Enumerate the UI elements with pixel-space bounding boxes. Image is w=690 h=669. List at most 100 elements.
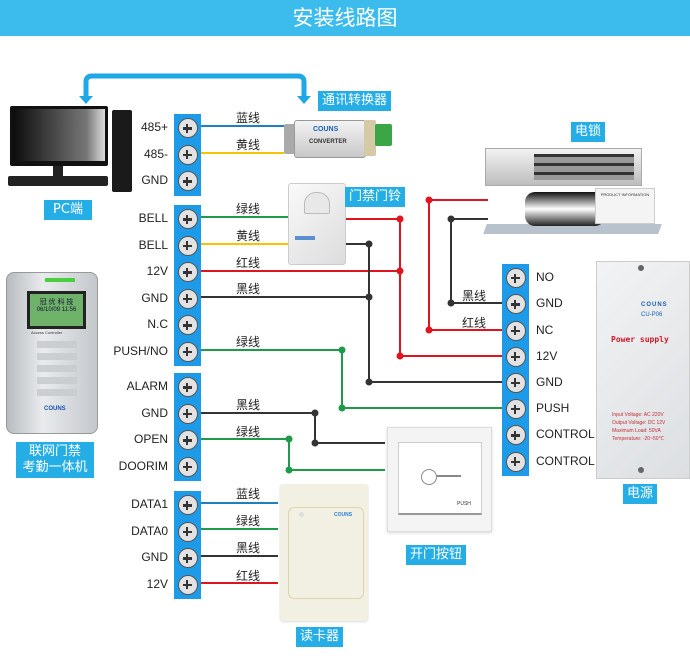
junction-dot [447, 299, 455, 307]
junction-dot [425, 326, 433, 334]
terminal-screw-icon [177, 495, 198, 516]
bolt-info-box: PRODUCT INFORMATION [595, 188, 655, 224]
terminal-label: 12V [146, 576, 168, 591]
terminal-label: DATA1 [131, 497, 168, 512]
junction-dot [396, 267, 404, 275]
terminal-label: 12V [146, 264, 168, 279]
wire-color-label: 红线 [236, 569, 261, 583]
wire-color-label: 黑线 [462, 289, 487, 303]
power-supply-image: COUNS CU-P06 Power supply Input Voltage:… [596, 261, 690, 479]
pc-label: PC端 [44, 200, 92, 220]
terminal-label: NC [536, 322, 554, 337]
bolt-info-text: PRODUCT INFORMATION [600, 192, 650, 197]
terminal-screw-icon [177, 521, 198, 542]
terminal-label: GND [141, 173, 168, 188]
junction-dot [425, 196, 433, 204]
terminal-label: GND [141, 405, 168, 420]
terminal-screw-icon [177, 288, 198, 309]
controller-subtitle: Access Controller [31, 330, 63, 335]
terminal-screw-icon [505, 372, 526, 393]
terminal-screw-icon [177, 548, 198, 569]
wire-color-label: 绿线 [236, 514, 261, 528]
converter-image: COUNS CONVERTER [284, 116, 394, 161]
controller-brand: COUNS [44, 406, 66, 412]
junction-dot [447, 215, 455, 223]
wire-color-label: 黄线 [236, 229, 261, 243]
terminal-screw-icon [177, 574, 198, 595]
screen-line2: 06/10/09 11:56 [36, 307, 77, 313]
wire-color-label: 黑线 [236, 541, 261, 555]
card-reader-image: COUNS [280, 484, 368, 621]
terminal-label: NO [536, 270, 554, 285]
junction-dot [285, 466, 293, 474]
lock-label: 电锁 [571, 122, 606, 142]
junction-dot [365, 240, 373, 248]
junction-dot [396, 215, 404, 223]
junction-dot [311, 439, 319, 447]
bolt-lock-image: PRODUCT INFORMATION [483, 188, 662, 238]
terminal-label: GND [536, 374, 563, 389]
terminal-label: DOORIM [118, 458, 168, 473]
reader-label: 读卡器 [296, 627, 344, 647]
terminal-label: 485- [143, 146, 168, 161]
terminal-label: GND [141, 290, 168, 305]
screen-line1: 冠 优 科 技 [39, 299, 74, 306]
arrow-head-right [297, 96, 311, 104]
key-icon [421, 469, 437, 485]
terminal-screw-icon [177, 235, 198, 256]
controller-label: 联网门禁 考勤一体机 [16, 442, 94, 478]
access-controller-image: 冠 优 科 技 06/10/09 11:56 Access Controller… [6, 272, 98, 434]
terminal-screw-icon [505, 320, 526, 341]
doorbell-label: 门禁门铃 [345, 187, 406, 207]
monitor-stand [53, 166, 63, 176]
controller-screen: 冠 优 科 技 06/10/09 11:56 [27, 291, 86, 329]
wire-color-label: 绿线 [236, 425, 261, 439]
terminal-screw-icon [505, 268, 526, 289]
junction-dot [365, 293, 373, 301]
wire-color-label: 绿线 [236, 202, 261, 216]
arrow-head-left [79, 96, 93, 104]
terminal-screw-icon [177, 456, 198, 477]
terminal-screw-icon [177, 315, 198, 336]
wire-bell-black-out [343, 243, 505, 383]
terminal-screw-icon [177, 430, 198, 451]
converter-terminal-block [375, 124, 392, 146]
terminal-screw-icon [505, 425, 526, 446]
terminal-label: BELL [138, 237, 168, 252]
wire-color-label: 黄线 [236, 138, 261, 152]
exit-button-image: PUSH [387, 427, 492, 532]
power-title: Power supply [611, 335, 669, 344]
terminal-label: DATA0 [131, 523, 168, 538]
controller-label-line2: 考勤一体机 [22, 460, 88, 475]
junction-dot [285, 435, 293, 443]
power-brand: COUNS [641, 302, 668, 308]
terminal-screw-icon [177, 144, 198, 165]
junction-dot [338, 404, 346, 412]
terminal-screw-icon [177, 377, 198, 398]
wire-color-label: 黑线 [236, 282, 261, 296]
terminal-screw-icon [177, 118, 198, 139]
exit-button-label: 开门按钮 [406, 545, 467, 565]
junction-dot [396, 352, 404, 360]
wire-color-label: 蓝线 [236, 111, 261, 125]
wire-color-label: 红线 [236, 256, 261, 270]
push-text: PUSH [457, 501, 471, 507]
exit-button-face: PUSH [398, 442, 482, 515]
wire-color-label: 绿线 [236, 335, 261, 349]
magnetic-lock-core [534, 154, 634, 180]
terminal-screw-icon [177, 209, 198, 230]
controller-label-line1: 联网门禁 [28, 444, 81, 459]
terminal-label: PUSH/NO [113, 343, 168, 358]
terminal-label: BELL [138, 211, 168, 226]
power-model: CU-P06 [641, 312, 663, 318]
terminal-label: CONTROL [536, 427, 595, 442]
terminal-label: 12V [536, 348, 558, 363]
terminal-label: CONTROL [536, 453, 595, 468]
magnetic-lock-image [485, 148, 642, 186]
terminal-label: GND [141, 550, 168, 565]
terminal-label: ALARM [126, 379, 168, 394]
terminal-label: PUSH [536, 401, 570, 416]
key-shaft [437, 475, 461, 477]
junction-dot [338, 346, 346, 354]
junction-dot [311, 409, 319, 417]
